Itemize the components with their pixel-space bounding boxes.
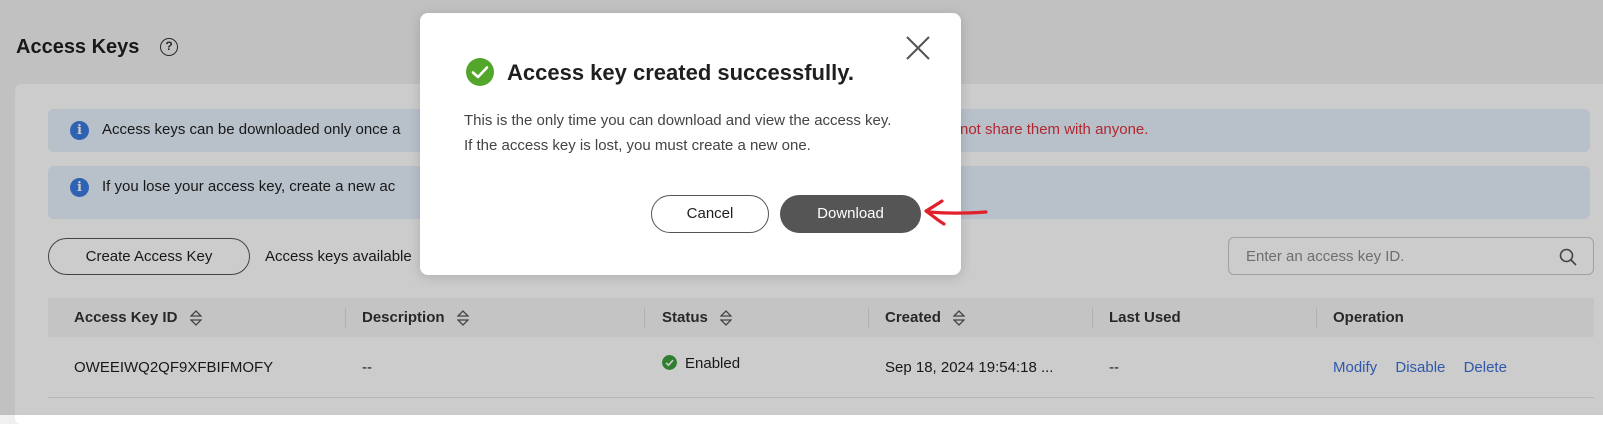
download-button[interactable]: Download (780, 195, 921, 233)
success-check-icon (466, 58, 494, 86)
cancel-button[interactable]: Cancel (651, 195, 769, 233)
close-icon[interactable] (905, 35, 931, 61)
dialog-message: This is the only time you can download a… (464, 112, 892, 154)
annotation-arrow-icon (924, 199, 988, 226)
access-key-created-dialog: Access key created successfully. This is… (420, 13, 961, 275)
dialog-title: Access key created successfully. (507, 60, 854, 85)
